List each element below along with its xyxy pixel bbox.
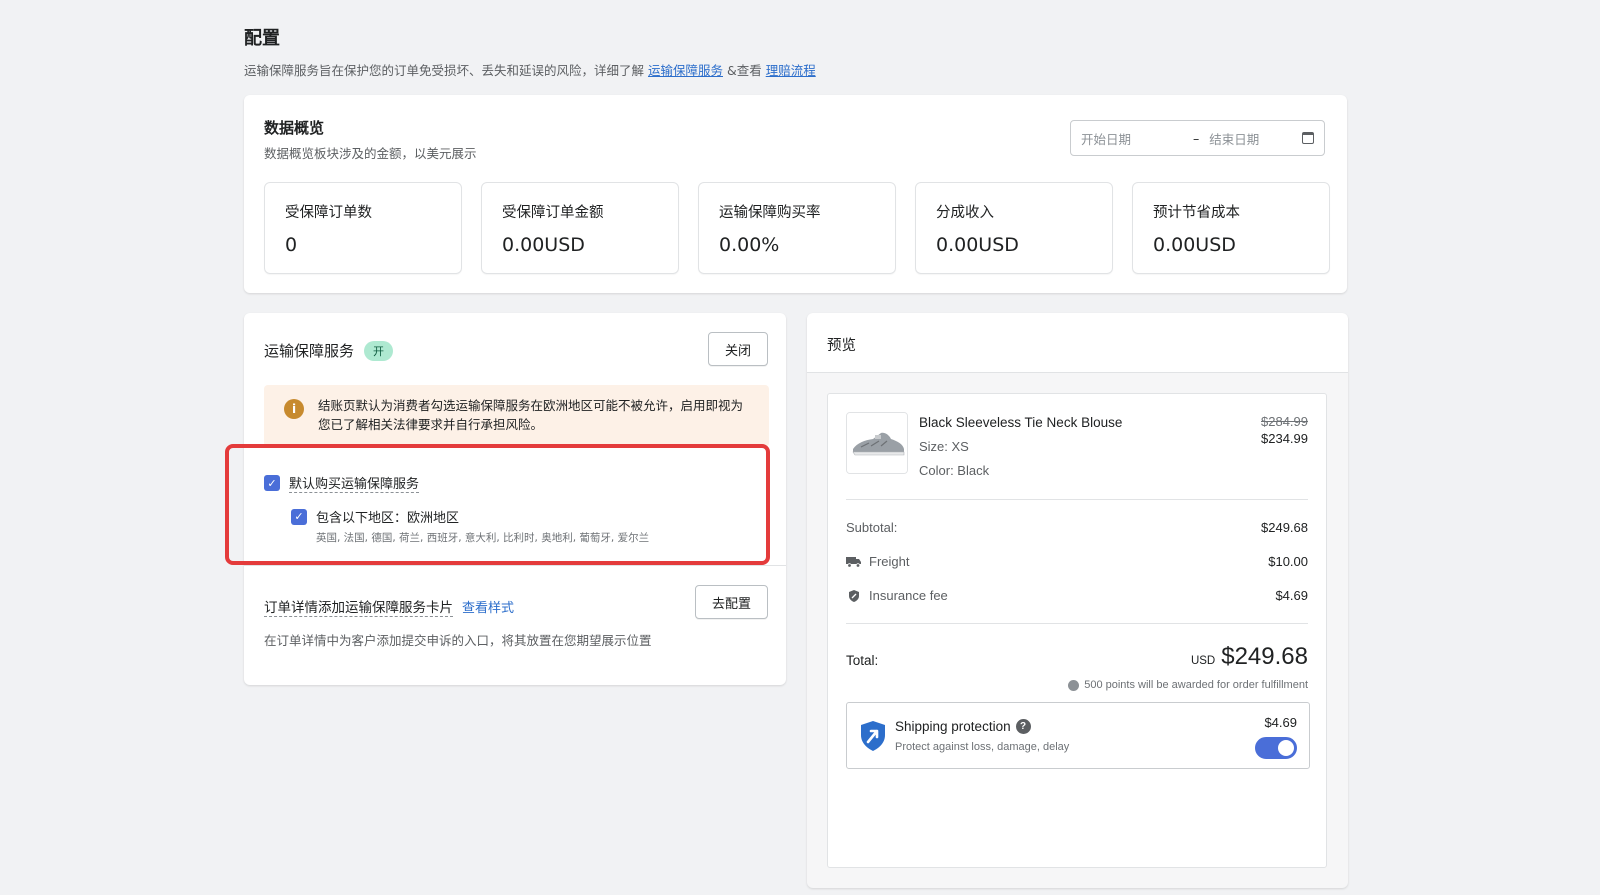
- insurance-key: Insurance fee: [846, 588, 948, 603]
- total-currency: USD: [1190, 655, 1216, 667]
- include-regions-checkbox-row[interactable]: ✓ 包含以下地区：欧洲地区: [291, 507, 459, 526]
- product-name: Black Sleeveless Tie Neck Blouse: [919, 415, 1123, 430]
- product-size: Size: XS: [919, 439, 969, 454]
- default-purchase-checkbox[interactable]: ✓: [264, 475, 280, 491]
- stat-value: 0.00USD: [936, 234, 1019, 256]
- stat-value: 0.00USD: [502, 234, 585, 256]
- service-title: 运输保障服务: [264, 342, 355, 360]
- truck-icon: [846, 556, 861, 568]
- toggle-knob: [1278, 740, 1294, 756]
- divider: [244, 565, 786, 566]
- protection-subtitle: Protect against loss, damage, delay: [895, 741, 1070, 753]
- subtotal-label: Subtotal:: [846, 520, 898, 535]
- stat-estimated-savings: 预计节省成本 0.00USD: [1132, 182, 1330, 274]
- stat-label: 分成收入: [936, 205, 994, 221]
- end-date-input[interactable]: 结束日期: [1209, 129, 1302, 148]
- freight-key: Freight: [846, 554, 909, 569]
- order-card-row: 订单详情添加运输保障服务卡片 查看样式: [264, 596, 514, 617]
- stat-revenue-share: 分成收入 0.00USD: [915, 182, 1113, 274]
- shield-icon: [849, 589, 859, 602]
- order-card-description: 在订单详情中为客户添加提交申诉的入口，将其放置在您期望展示位置: [264, 633, 652, 648]
- page-desc-middle: &查看: [723, 63, 766, 78]
- freight-row: Freight $10.00: [846, 554, 1308, 569]
- subtotal-row: Subtotal: $249.68: [846, 520, 1308, 535]
- stat-protected-amount: 受保障订单金额 0.00USD: [481, 182, 679, 274]
- default-purchase-label: 默认购买运输保障服务: [289, 473, 420, 493]
- protection-shield-icon: [861, 721, 885, 751]
- warning-text: 结账页默认为消费者勾选运输保障服务在欧洲地区可能不被允许，启用即视为您已了解相关…: [318, 398, 744, 432]
- overview-subtitle: 数据概览板块涉及的金额，以美元展示: [264, 146, 477, 161]
- include-regions-label: 包含以下地区：欧洲地区: [316, 511, 460, 526]
- order-card-label: 订单详情添加运输保障服务卡片: [264, 596, 453, 617]
- sneaker-image: [847, 413, 907, 473]
- info-icon: i: [284, 399, 304, 419]
- stat-label: 受保障订单数: [285, 205, 372, 221]
- stats-row: 受保障订单数 0 受保障订单金额 0.00USD 运输保障购买率 0.00% 分…: [264, 182, 1330, 274]
- stat-purchase-rate: 运输保障购买率 0.00%: [698, 182, 896, 274]
- page-title: 配置: [244, 28, 280, 49]
- freight-value: $10.00: [1268, 554, 1308, 569]
- subtotal-value: $249.68: [1261, 520, 1308, 535]
- date-separator: –: [1193, 130, 1200, 146]
- warning-banner: i 结账页默认为消费者勾选运输保障服务在欧洲地区可能不被允许，启用即视为您已了解…: [264, 385, 769, 447]
- preview-header: 预览: [807, 313, 1348, 373]
- overview-title: 数据概览: [264, 119, 325, 137]
- protection-price: $4.69: [1264, 715, 1297, 730]
- original-price: $284.99: [1261, 414, 1308, 429]
- points-icon: [1068, 679, 1080, 691]
- protection-title: Shipping protection: [895, 719, 1011, 734]
- start-date-input[interactable]: 开始日期: [1081, 129, 1181, 148]
- preview-title: 预览: [827, 338, 856, 354]
- shipping-service-link[interactable]: 运输保障服务: [648, 63, 723, 78]
- help-icon[interactable]: ?: [1015, 719, 1031, 734]
- claim-process-link[interactable]: 理赔流程: [766, 63, 816, 78]
- preview-card: 预览 Black Sleeveless Tie Neck Blouse Size…: [807, 313, 1348, 888]
- divider: [846, 623, 1308, 624]
- protection-toggle[interactable]: [1255, 737, 1297, 759]
- calendar-icon[interactable]: [1302, 132, 1314, 144]
- insurance-row: Insurance fee $4.69: [846, 588, 1308, 603]
- highlight-box: [225, 444, 770, 565]
- service-title-row: 运输保障服务 开: [264, 340, 394, 361]
- view-style-link[interactable]: 查看样式: [462, 597, 514, 616]
- points-note: 500 points will be awarded for order ful…: [1068, 679, 1308, 691]
- stat-value: 0.00USD: [1153, 234, 1236, 256]
- points-text: 500 points will be awarded for order ful…: [1084, 679, 1308, 691]
- shipping-protection-widget: Shipping protection ? Protect against lo…: [846, 702, 1310, 769]
- default-purchase-checkbox-row[interactable]: ✓ 默认购买运输保障服务: [264, 473, 420, 493]
- stat-label: 受保障订单金额: [502, 205, 604, 221]
- total-amount: USD $249.68: [1191, 643, 1308, 671]
- stat-protected-orders: 受保障订单数 0: [264, 182, 462, 274]
- insurance-value: $4.69: [1275, 588, 1308, 603]
- page-desc-prefix: 运输保障服务旨在保护您的订单免受损坏、丢失和延误的风险，详细了解: [244, 63, 648, 78]
- include-regions-checkbox[interactable]: ✓: [291, 508, 307, 525]
- divider: [846, 499, 1308, 500]
- date-range-picker[interactable]: 开始日期 – 结束日期: [1070, 120, 1325, 156]
- total-value: $249.68: [1221, 643, 1308, 670]
- stat-value: 0: [285, 234, 298, 256]
- configure-button[interactable]: 去配置: [695, 585, 768, 619]
- status-badge: 开: [364, 340, 394, 361]
- stat-label: 预计节省成本: [1153, 205, 1240, 221]
- data-overview-card: 数据概览 数据概览板块涉及的金额，以美元展示 开始日期 – 结束日期 受保障订单…: [244, 95, 1347, 293]
- protection-title-row: Shipping protection ?: [895, 719, 1031, 734]
- close-service-button[interactable]: 关闭: [708, 332, 768, 366]
- page-description: 运输保障服务旨在保护您的订单免受损坏、丢失和延误的风险，详细了解 运输保障服务 …: [244, 60, 816, 79]
- page-header: 配置 运输保障服务旨在保护您的订单免受损坏、丢失和延误的风险，详细了解 运输保障…: [244, 24, 816, 79]
- country-list: 英国, 法国, 德国, 荷兰, 西班牙, 意大利, 比利时, 奥地利, 葡萄牙,…: [316, 532, 650, 544]
- stat-label: 运输保障购买率: [719, 205, 821, 221]
- stat-value: 0.00%: [719, 234, 780, 256]
- product-color: Color: Black: [919, 463, 990, 478]
- sale-price: $234.99: [1261, 431, 1308, 446]
- product-thumbnail: [846, 412, 908, 474]
- insurance-label: Insurance fee: [869, 588, 948, 603]
- shipping-service-card: 运输保障服务 开 关闭 i 结账页默认为消费者勾选运输保障服务在欧洲地区可能不被…: [225, 313, 786, 685]
- total-label: Total:: [846, 653, 879, 668]
- checkout-preview: Black Sleeveless Tie Neck Blouse Size: X…: [827, 393, 1327, 868]
- freight-label: Freight: [869, 554, 910, 569]
